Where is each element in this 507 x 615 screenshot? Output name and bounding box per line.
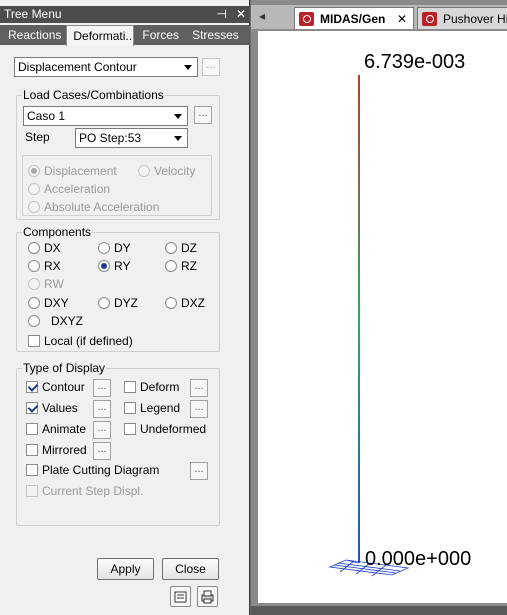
component-radio-rx[interactable]: RX [28, 259, 61, 273]
mirrored-options-button[interactable]: ... [93, 442, 111, 460]
plate-cutting-diagram-checkbox[interactable]: Plate Cutting Diagram [26, 463, 159, 477]
displacement-radio[interactable]: Displacement [28, 164, 117, 178]
model-view: ◂ MIDAS/Gen ✕ Pushover Hi 6.739e-003 0.0… [251, 0, 507, 615]
step-select[interactable]: PO Step:53 [75, 128, 188, 148]
step-label: Step [25, 130, 50, 144]
load-cases-label: Load Cases/Combinations [22, 88, 165, 102]
absolute-acceleration-radio[interactable]: Absolute Acceleration [28, 200, 159, 214]
mirrored-checkbox[interactable]: Mirrored [26, 443, 87, 457]
local-if-defined-checkbox[interactable]: Local (if defined) [28, 334, 133, 348]
result-type-value: Displacement Contour [18, 60, 137, 74]
copy-icon[interactable] [170, 586, 191, 607]
contour-checkbox[interactable]: Contour [26, 380, 85, 394]
app-window: Tree Menu ⊣ ✕ Reactions Deformati... For… [0, 0, 507, 615]
chevron-down-icon [174, 136, 182, 141]
tree-menu-panel: Tree Menu ⊣ ✕ Reactions Deformati... For… [0, 0, 250, 615]
tree-menu-titlebar: Tree Menu ⊣ ✕ [0, 6, 250, 23]
chevron-down-icon [174, 114, 182, 119]
tab-deformations[interactable]: Deformati... [66, 25, 135, 46]
legend-checkbox[interactable]: Legend [124, 401, 180, 415]
load-case-select[interactable]: Caso 1 [23, 106, 188, 126]
component-radio-dz[interactable]: DZ [165, 241, 197, 255]
tab-close-icon[interactable]: ✕ [397, 8, 407, 30]
component-radio-rw[interactable]: RW [28, 277, 64, 291]
close-button[interactable]: Close [162, 558, 219, 580]
plate-cutting-options-button[interactable]: ... [190, 462, 208, 480]
chevron-down-icon [184, 65, 192, 70]
apply-button[interactable]: Apply [97, 558, 154, 580]
load-case-more-button[interactable]: ... [194, 106, 212, 124]
close-icon[interactable]: ✕ [236, 6, 246, 23]
undeformed-checkbox[interactable]: Undeformed [124, 422, 206, 436]
model-canvas[interactable]: 6.739e-003 0.000e+000 [258, 31, 507, 603]
component-radio-rz[interactable]: RZ [165, 259, 197, 273]
current-step-displ-checkbox[interactable]: Current Step Displ. [26, 484, 143, 498]
display-type-label: Type of Display [22, 361, 107, 375]
component-radio-dxy[interactable]: DXY [28, 296, 69, 310]
scroll-left-icon[interactable]: ◂ [259, 9, 265, 23]
tab-reactions[interactable]: Reactions [0, 25, 66, 45]
result-type-more-button[interactable]: ... [202, 58, 220, 76]
velocity-radio[interactable]: Velocity [138, 164, 195, 178]
component-radio-dx[interactable]: DX [28, 241, 61, 255]
component-radio-dy[interactable]: DY [98, 241, 131, 255]
status-strip [251, 606, 507, 615]
component-radio-ry[interactable]: RY [98, 259, 130, 273]
tree-menu-tabs: Reactions Deformati... Forces Stresses [0, 25, 250, 46]
column-element [358, 75, 360, 563]
midas-app-icon [422, 12, 437, 26]
tab-pushover-hinge[interactable]: Pushover Hi [417, 7, 507, 29]
legend-options-button[interactable]: ... [190, 400, 208, 418]
view-tabs: ◂ MIDAS/Gen ✕ Pushover Hi [251, 5, 507, 29]
deform-checkbox[interactable]: Deform [124, 380, 179, 394]
pin-icon[interactable]: ⊣ [216, 6, 226, 23]
tab-stresses[interactable]: Stresses [186, 25, 245, 45]
result-type-select[interactable]: Displacement Contour [14, 57, 198, 77]
values-checkbox[interactable]: Values [26, 401, 78, 415]
midas-app-icon [299, 12, 314, 26]
component-radio-dyz[interactable]: DYZ [98, 296, 138, 310]
tree-menu-title: Tree Menu [4, 7, 62, 21]
acceleration-radio[interactable]: Acceleration [28, 182, 110, 196]
tab-midas-gen[interactable]: MIDAS/Gen ✕ [294, 7, 414, 29]
component-radio-dxz[interactable]: DXZ [165, 296, 205, 310]
deform-options-button[interactable]: ... [190, 379, 208, 397]
print-icon[interactable] [197, 586, 218, 607]
tab-forces[interactable]: Forces [134, 25, 186, 45]
min-contour-label: 0.000e+000 [365, 548, 472, 570]
components-label: Components [22, 225, 93, 239]
step-value: PO Step:53 [79, 131, 142, 145]
contour-column [328, 75, 410, 577]
load-case-value: Caso 1 [27, 109, 66, 123]
animate-options-button[interactable]: ... [93, 421, 111, 439]
contour-options-button[interactable]: ... [93, 379, 111, 397]
animate-checkbox[interactable]: Animate [26, 422, 86, 436]
component-radio-dxyz[interactable]: DXYZ [28, 314, 83, 328]
values-options-button[interactable]: ... [93, 400, 111, 418]
